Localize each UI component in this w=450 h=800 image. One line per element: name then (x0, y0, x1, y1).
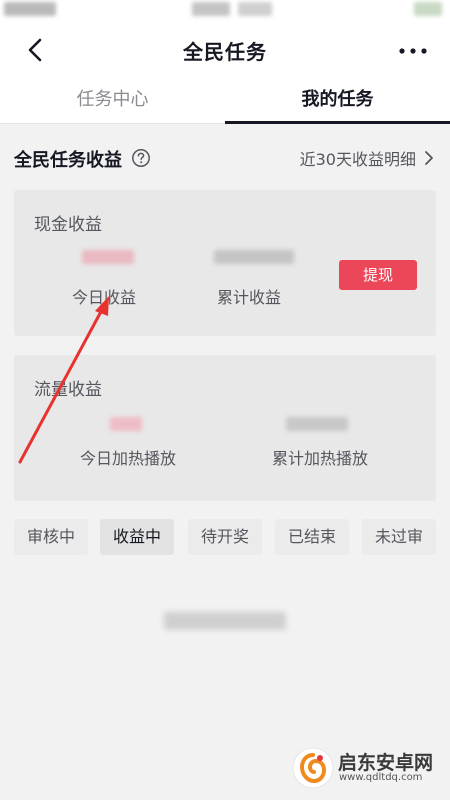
earnings-section-title: 全民任务收益 (14, 150, 122, 171)
status-network (238, 2, 272, 16)
today-earnings-value (82, 250, 134, 264)
tab-my-tasks[interactable]: 我的任务 (225, 76, 450, 124)
traffic-earnings-title: 流量收益 (34, 380, 102, 400)
total-boost-plays-label: 累计加热播放 (272, 449, 369, 468)
earnings-detail-link[interactable]: 近30天收益明细 (300, 146, 436, 170)
today-boost-plays-value (110, 417, 142, 431)
withdraw-button[interactable]: 提现 (339, 260, 417, 290)
status-time (4, 2, 56, 16)
status-signal (192, 2, 230, 16)
watermark: 启东安卓网 www.qdltdq.com (292, 742, 442, 792)
today-earnings-label: 今日收益 (72, 288, 137, 307)
earnings-detail-label: 近30天收益明细 (299, 150, 416, 169)
watermark-logo-icon (292, 747, 334, 789)
nav-bar: 全民任务 (0, 24, 450, 76)
empty-state-text (164, 612, 286, 630)
tab-task-center[interactable]: 任务中心 (0, 76, 225, 124)
filter-chip-pending-draw[interactable]: 待开奖 (188, 519, 262, 555)
total-boost-plays-value (286, 417, 348, 431)
status-battery (414, 2, 442, 16)
cash-earnings-title: 现金收益 (34, 215, 102, 235)
tab-bar: 任务中心 我的任务 (0, 76, 450, 124)
watermark-url: www.qdltdq.com (339, 772, 423, 783)
filter-chip-rejected[interactable]: 未过审 (362, 519, 436, 555)
cash-earnings-card: 现金收益 今日收益 累计收益 提现 (14, 190, 436, 336)
total-earnings-value (214, 250, 294, 264)
total-earnings-label: 累计收益 (217, 288, 282, 307)
today-boost-plays-label: 今日加热播放 (80, 449, 177, 468)
chevron-right-icon (425, 151, 433, 165)
watermark-title: 启东安卓网 (338, 752, 434, 774)
question-circle-icon[interactable] (131, 148, 151, 168)
filter-chip-earning[interactable]: 收益中 (100, 519, 174, 555)
page-title: 全民任务 (183, 40, 267, 64)
traffic-earnings-card: 流量收益 今日加热播放 累计加热播放 (14, 355, 436, 501)
earnings-section-header: 全民任务收益 近30天收益明细 (0, 124, 450, 188)
status-bar (0, 0, 450, 24)
filter-chip-ended[interactable]: 已结束 (275, 519, 349, 555)
status-filter-row: 审核中 收益中 待开奖 已结束 未过审 (14, 519, 436, 555)
filter-chip-reviewing[interactable]: 审核中 (14, 519, 88, 555)
more-dots-icon[interactable] (396, 36, 430, 64)
